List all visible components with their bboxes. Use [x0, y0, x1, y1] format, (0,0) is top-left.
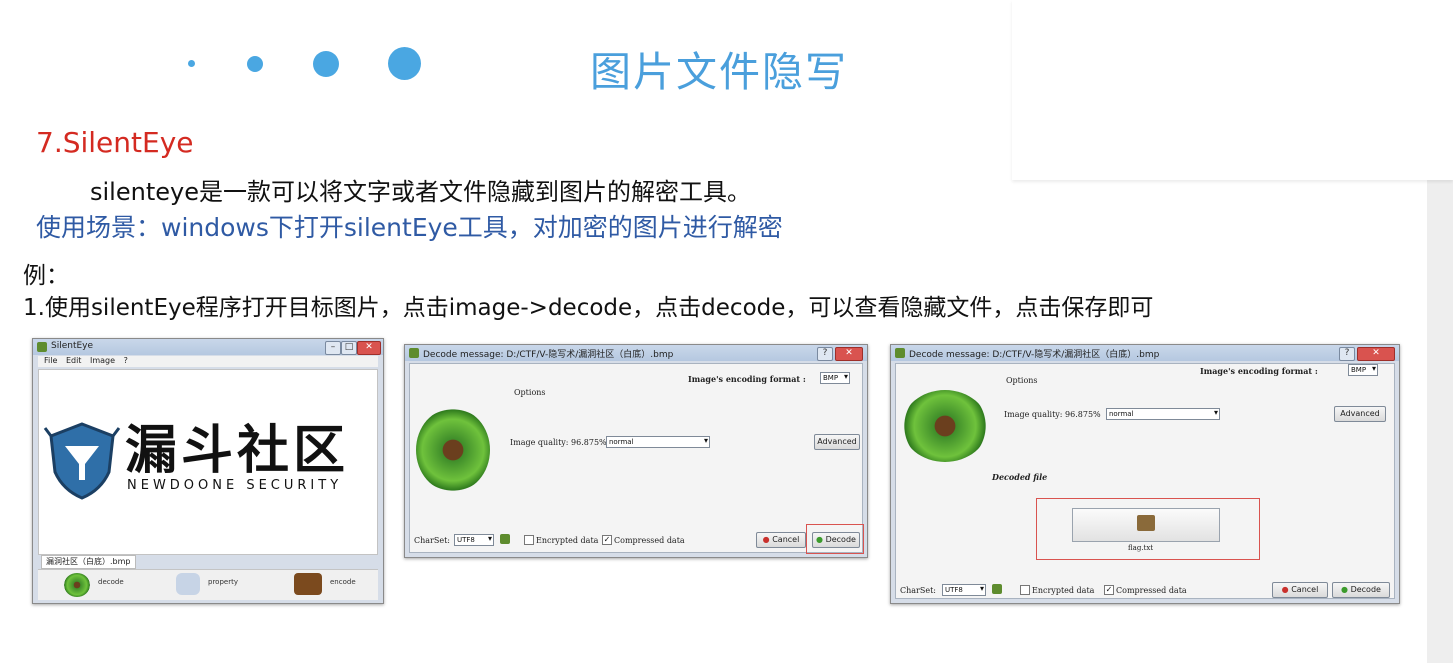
description-text: silenteye是一款可以将文字或者文件隐藏到图片的解密工具。 [90, 178, 751, 206]
maximize-button[interactable]: □ [341, 341, 357, 355]
menu-image[interactable]: Image [90, 356, 115, 365]
charset-label: CharSet: [900, 586, 936, 595]
overlay-panel [1012, 0, 1453, 180]
image-quality-label: Image quality: 96.875% [1004, 410, 1101, 419]
encoding-format-select[interactable]: BMP [820, 372, 850, 384]
image-quality-label: Image quality: 96.875% [510, 438, 607, 447]
silenteye-mascot-icon [416, 408, 490, 492]
encoding-format-label: Image's encoding format : [1200, 366, 1318, 376]
decode-icon[interactable] [64, 573, 90, 597]
encode-icon[interactable] [294, 573, 322, 595]
section-heading: 7.SilentEye [36, 126, 194, 159]
dialog-title: Decode message: D:/CTF/V-隐写术/漏洞社区（白底）.bm… [423, 350, 674, 360]
usage-text: 使用场景：windows下打开silentEye工具，对加密的图片进行解密 [36, 213, 783, 242]
file-tab[interactable]: 漏洞社区（白底）.bmp [41, 555, 136, 569]
decorative-dot [188, 60, 195, 67]
cancel-icon: ● [762, 535, 770, 544]
compressed-label: Compressed data [1116, 586, 1187, 595]
decode-button[interactable]: ● Decode [1332, 582, 1390, 598]
encoding-format-select[interactable]: BMP [1348, 364, 1378, 376]
cancel-button[interactable]: ● Cancel [1272, 582, 1328, 598]
menu-file[interactable]: File [44, 356, 57, 365]
dialog-body: Image's encoding format : BMP Options Im… [409, 363, 864, 554]
titlebar: Decode message: D:/CTF/V-隐写术/漏洞社区（白底）.bm… [891, 345, 1399, 361]
decoded-file-label: Decoded file [992, 472, 1048, 482]
encrypted-label: Encrypted data [1032, 586, 1095, 595]
app-icon [37, 342, 47, 352]
logo-english-text: NEWDOONE SECURITY [127, 478, 343, 493]
close-button[interactable]: ✕ [357, 341, 381, 355]
compressed-checkbox[interactable]: ✓ [1104, 585, 1114, 595]
help-button[interactable]: ? [817, 347, 833, 361]
silenteye-window: SilentEye – □ ✕ File Edit Image ? 漏斗社区 N… [32, 338, 384, 604]
silenteye-mascot-icon [902, 390, 988, 462]
dialog-title: Decode message: D:/CTF/V-隐写术/漏洞社区（白底）.bm… [909, 350, 1160, 360]
charset-select[interactable]: UTF8 [942, 584, 986, 596]
titlebar: SilentEye – □ ✕ [33, 339, 383, 355]
menu-edit[interactable]: Edit [66, 356, 82, 365]
toolbar: decode property encode [38, 569, 378, 600]
dialog-body: Image's encoding format : BMP Options Im… [895, 363, 1395, 599]
close-button[interactable]: ✕ [835, 347, 863, 361]
example-label: 例： [23, 263, 69, 289]
minimize-button[interactable]: – [325, 341, 341, 355]
app-icon [409, 348, 419, 358]
window-title: SilentEye [51, 341, 94, 351]
cancel-button[interactable]: ● Cancel [756, 532, 806, 548]
encoding-format-label: Image's encoding format : [688, 374, 806, 384]
decoded-file-item[interactable] [1072, 508, 1220, 542]
compressed-checkbox[interactable]: ✓ [602, 535, 612, 545]
decode-icon: ● [1341, 585, 1349, 594]
property-label[interactable]: property [208, 578, 238, 586]
key-icon[interactable] [500, 534, 510, 544]
shield-logo-icon [43, 422, 121, 500]
menu-help[interactable]: ? [124, 356, 128, 365]
decode-label: Decode [1350, 585, 1381, 594]
cancel-label: Cancel [772, 535, 800, 544]
charset-select[interactable]: UTF8 [454, 534, 494, 546]
decode-label[interactable]: decode [98, 578, 124, 586]
cancel-label: Cancel [1291, 585, 1319, 594]
logo-chinese-text: 漏斗社区 [125, 420, 350, 481]
menu-bar: File Edit Image ? [38, 356, 378, 367]
decode-result-dialog: Decode message: D:/CTF/V-隐写术/漏洞社区（白底）.bm… [890, 344, 1400, 604]
file-icon [1137, 515, 1155, 531]
encrypted-checkbox[interactable] [1020, 585, 1030, 595]
compressed-label: Compressed data [614, 536, 685, 545]
close-button[interactable]: ✕ [1357, 347, 1395, 361]
step-text: 1.使用silentEye程序打开目标图片，点击image->decode，点击… [23, 295, 1154, 321]
decorative-dot [313, 51, 339, 77]
encode-label[interactable]: encode [330, 578, 356, 586]
charset-label: CharSet: [414, 536, 450, 545]
image-preview: 漏斗社区 NEWDOONE SECURITY [38, 369, 378, 555]
advanced-button[interactable]: Advanced [1334, 406, 1386, 422]
highlight-box [806, 524, 864, 554]
titlebar: Decode message: D:/CTF/V-隐写术/漏洞社区（白底）.bm… [405, 345, 867, 361]
cancel-icon: ● [1281, 585, 1289, 594]
property-icon[interactable] [176, 573, 200, 595]
decode-dialog: Decode message: D:/CTF/V-隐写术/漏洞社区（白底）.bm… [404, 344, 868, 558]
decorative-dot [388, 47, 421, 80]
key-icon[interactable] [992, 584, 1002, 594]
decoded-file-name[interactable]: flag.txt [1128, 544, 1153, 552]
advanced-button[interactable]: Advanced [814, 434, 860, 450]
options-label: Options [1006, 376, 1038, 385]
help-button[interactable]: ? [1339, 347, 1355, 361]
image-quality-select[interactable]: normal [606, 436, 710, 448]
options-label: Options [514, 388, 546, 397]
encrypted-checkbox[interactable] [524, 535, 534, 545]
app-icon [895, 348, 905, 358]
encrypted-label: Encrypted data [536, 536, 599, 545]
slide-title: 图片文件隐写 [590, 48, 848, 96]
decorative-dot [247, 56, 263, 72]
image-quality-select[interactable]: normal [1106, 408, 1220, 420]
